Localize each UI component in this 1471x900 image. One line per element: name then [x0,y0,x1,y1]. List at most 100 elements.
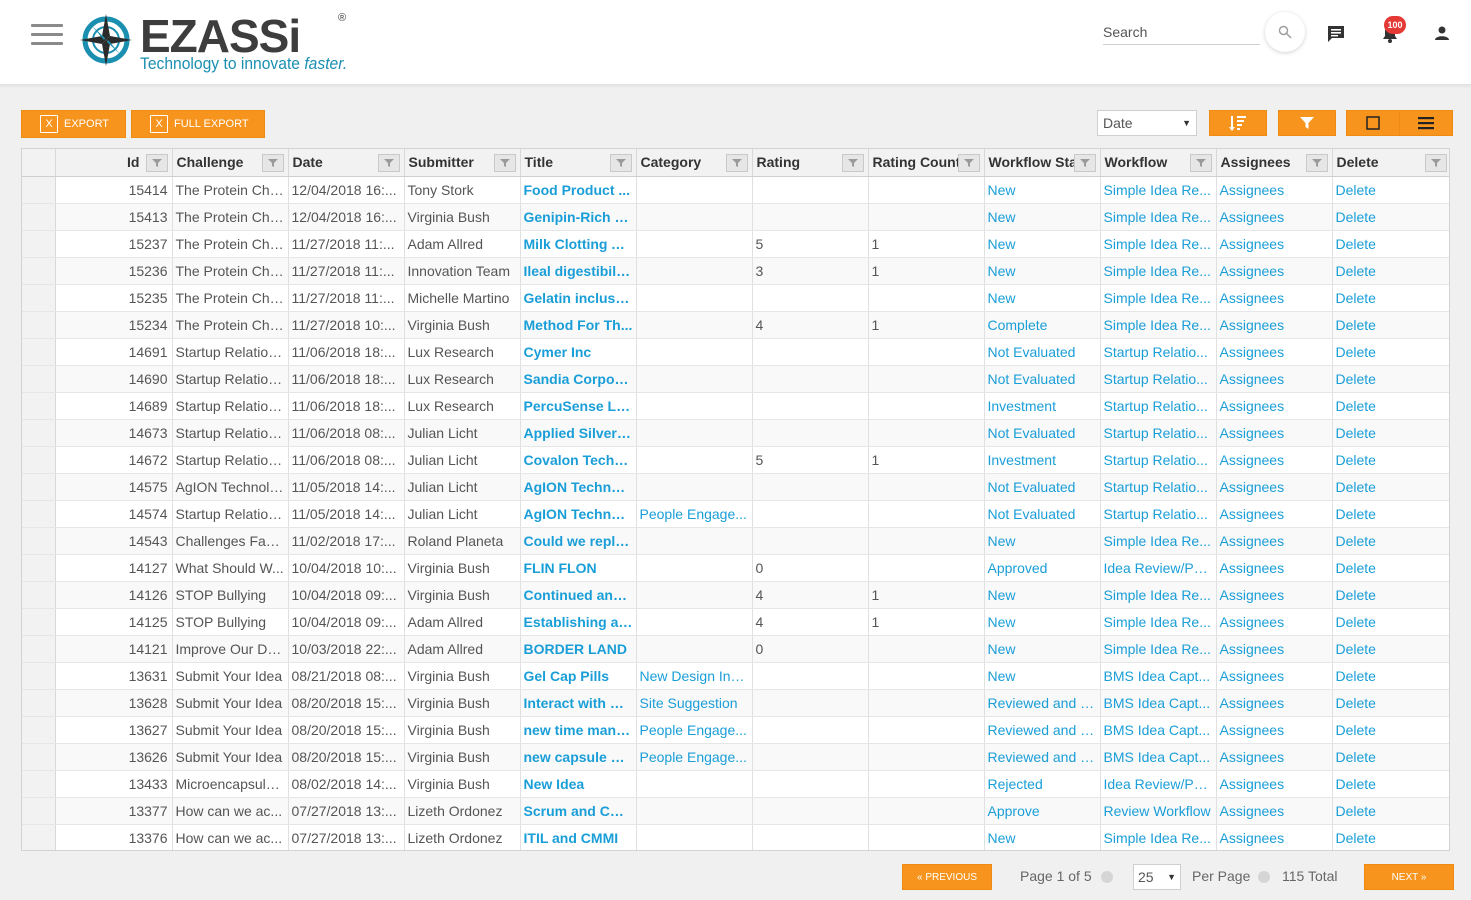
workflow-stage-link[interactable]: Not Evaluated [984,500,1101,528]
row-selector[interactable] [22,203,56,231]
table-row[interactable]: 13433 Microencapsula... 08/02/2018 14:... V… [22,770,1449,798]
workflow-stage-link[interactable]: New [984,257,1101,285]
workflow-stage-link[interactable]: New [984,581,1101,609]
workflow-link[interactable]: Startup Relatio... [1100,473,1217,501]
assignees-link[interactable]: Assignees [1216,230,1333,258]
table-row[interactable]: 15237 The Protein Cha... 11/27/2018 11:...… [22,230,1449,258]
category-link[interactable]: People Engage... [636,716,753,744]
delete-link[interactable]: Delete [1332,446,1449,474]
category-link[interactable] [636,230,753,258]
table-row[interactable]: 13628 Submit Your Idea 08/20/2018 15:... Vi… [22,689,1449,717]
table-row[interactable]: 15236 The Protein Cha... 11/27/2018 11:...… [22,257,1449,285]
delete-link[interactable]: Delete [1332,797,1449,825]
row-selector[interactable] [22,554,56,582]
workflow-stage-link[interactable]: Reviewed and F... [984,716,1101,744]
assignees-link[interactable]: Assignees [1216,797,1333,825]
category-link[interactable] [636,608,753,636]
workflow-stage-link[interactable]: Complete [984,311,1101,339]
category-link[interactable]: People Engage... [636,743,753,771]
workflow-link[interactable]: Simple Idea Re... [1100,176,1217,204]
title-link[interactable]: Scrum and CMMI [520,797,637,825]
table-row[interactable]: 15235 The Protein Cha... 11/27/2018 11:...… [22,284,1449,312]
delete-link[interactable]: Delete [1332,527,1449,555]
title-link[interactable]: AgION Technol... [520,500,637,528]
table-row[interactable]: 14672 Startup Relation... 11/06/2018 08:..… [22,446,1449,474]
workflow-link[interactable]: Simple Idea Re... [1100,311,1217,339]
header-workflow-stage-column[interactable]: Workflow Stage [984,149,1101,177]
table-row[interactable]: 13631 Submit Your Idea 08/21/2018 08:... Vi… [22,662,1449,690]
title-link[interactable]: Sandia Corpora... [520,365,637,393]
header-date-column[interactable]: Date [288,149,405,177]
title-link[interactable]: Ileal digestibilit... [520,257,637,285]
header-category-column[interactable]: Category [636,149,753,177]
workflow-stage-link[interactable]: Approve [984,797,1101,825]
workflow-link[interactable]: Simple Idea Re... [1100,608,1217,636]
workflow-link[interactable]: Startup Relatio... [1100,365,1217,393]
row-selector[interactable] [22,662,56,690]
table-row[interactable]: 14690 Startup Relation... 11/06/2018 18:..… [22,365,1449,393]
table-row[interactable]: 14126 STOP Bullying 10/04/2018 09:... Virgi… [22,581,1449,609]
next-page-button[interactable]: Next » [1364,864,1454,890]
row-selector[interactable] [22,419,56,447]
delete-link[interactable]: Delete [1332,689,1449,717]
category-link[interactable] [636,527,753,555]
table-row[interactable]: 14127 What Should W... 10/04/2018 10:... Vi… [22,554,1449,582]
row-selector[interactable] [22,230,56,258]
workflow-link[interactable]: Idea Review/PL... [1100,770,1217,798]
delete-link[interactable]: Delete [1332,716,1449,744]
workflow-stage-link[interactable]: Reviewed and F... [984,689,1101,717]
title-link[interactable]: Cymer Inc [520,338,637,366]
title-link[interactable]: FLIN FLON [520,554,637,582]
column-filter-icon[interactable] [145,154,168,172]
delete-link[interactable]: Delete [1332,176,1449,204]
row-selector[interactable] [22,365,56,393]
per-page-select[interactable]: 25 ▼ [1133,864,1181,890]
title-link[interactable]: Interact with Ne... [520,689,637,717]
assignees-link[interactable]: Assignees [1216,743,1333,771]
category-link[interactable] [636,203,753,231]
row-selector[interactable] [22,257,56,285]
delete-link[interactable]: Delete [1332,824,1449,850]
title-link[interactable]: Covalon Techn... [520,446,637,474]
category-link[interactable] [636,473,753,501]
workflow-link[interactable]: Simple Idea Re... [1100,635,1217,663]
title-link[interactable]: new capsule de... [520,743,637,771]
sort-order-button[interactable] [1209,110,1267,136]
assignees-link[interactable]: Assignees [1216,176,1333,204]
title-link[interactable]: Gelatin inclusio... [520,284,637,312]
workflow-stage-link[interactable]: Not Evaluated [984,338,1101,366]
workflow-link[interactable]: Simple Idea Re... [1100,203,1217,231]
workflow-link[interactable]: BMS Idea Capt... [1100,743,1217,771]
category-link[interactable] [636,311,753,339]
table-row[interactable]: 15234 The Protein Cha... 11/27/2018 10:...… [22,311,1449,339]
filter-button[interactable] [1278,110,1336,136]
previous-page-button[interactable]: « Previous [902,864,992,890]
workflow-stage-link[interactable]: New [984,284,1101,312]
delete-link[interactable]: Delete [1332,311,1449,339]
table-row[interactable]: 14575 AgION Technolo... 11/05/2018 14:... J… [22,473,1449,501]
row-selector[interactable] [22,743,56,771]
column-filter-icon[interactable] [1073,154,1096,172]
workflow-link[interactable]: Simple Idea Re... [1100,284,1217,312]
category-link[interactable]: People Engage... [636,500,753,528]
row-selector[interactable] [22,473,56,501]
header-workflow-column[interactable]: Workflow [1100,149,1217,177]
row-selector[interactable] [22,500,56,528]
assignees-link[interactable]: Assignees [1216,203,1333,231]
workflow-link[interactable]: BMS Idea Capt... [1100,716,1217,744]
column-filter-icon[interactable] [841,154,864,172]
delete-link[interactable]: Delete [1332,554,1449,582]
delete-link[interactable]: Delete [1332,419,1449,447]
table-row[interactable]: 13626 Submit Your Idea 08/20/2018 15:... Vi… [22,743,1449,771]
workflow-link[interactable]: Startup Relatio... [1100,392,1217,420]
row-selector[interactable] [22,311,56,339]
assignees-link[interactable]: Assignees [1216,824,1333,850]
delete-link[interactable]: Delete [1332,743,1449,771]
category-link[interactable] [636,392,753,420]
workflow-link[interactable]: BMS Idea Capt... [1100,662,1217,690]
category-link[interactable] [636,635,753,663]
delete-link[interactable]: Delete [1332,662,1449,690]
header-delete-column[interactable]: Delete [1332,149,1449,177]
workflow-link[interactable]: Simple Idea Re... [1100,230,1217,258]
title-link[interactable]: Could we repla... [520,527,637,555]
